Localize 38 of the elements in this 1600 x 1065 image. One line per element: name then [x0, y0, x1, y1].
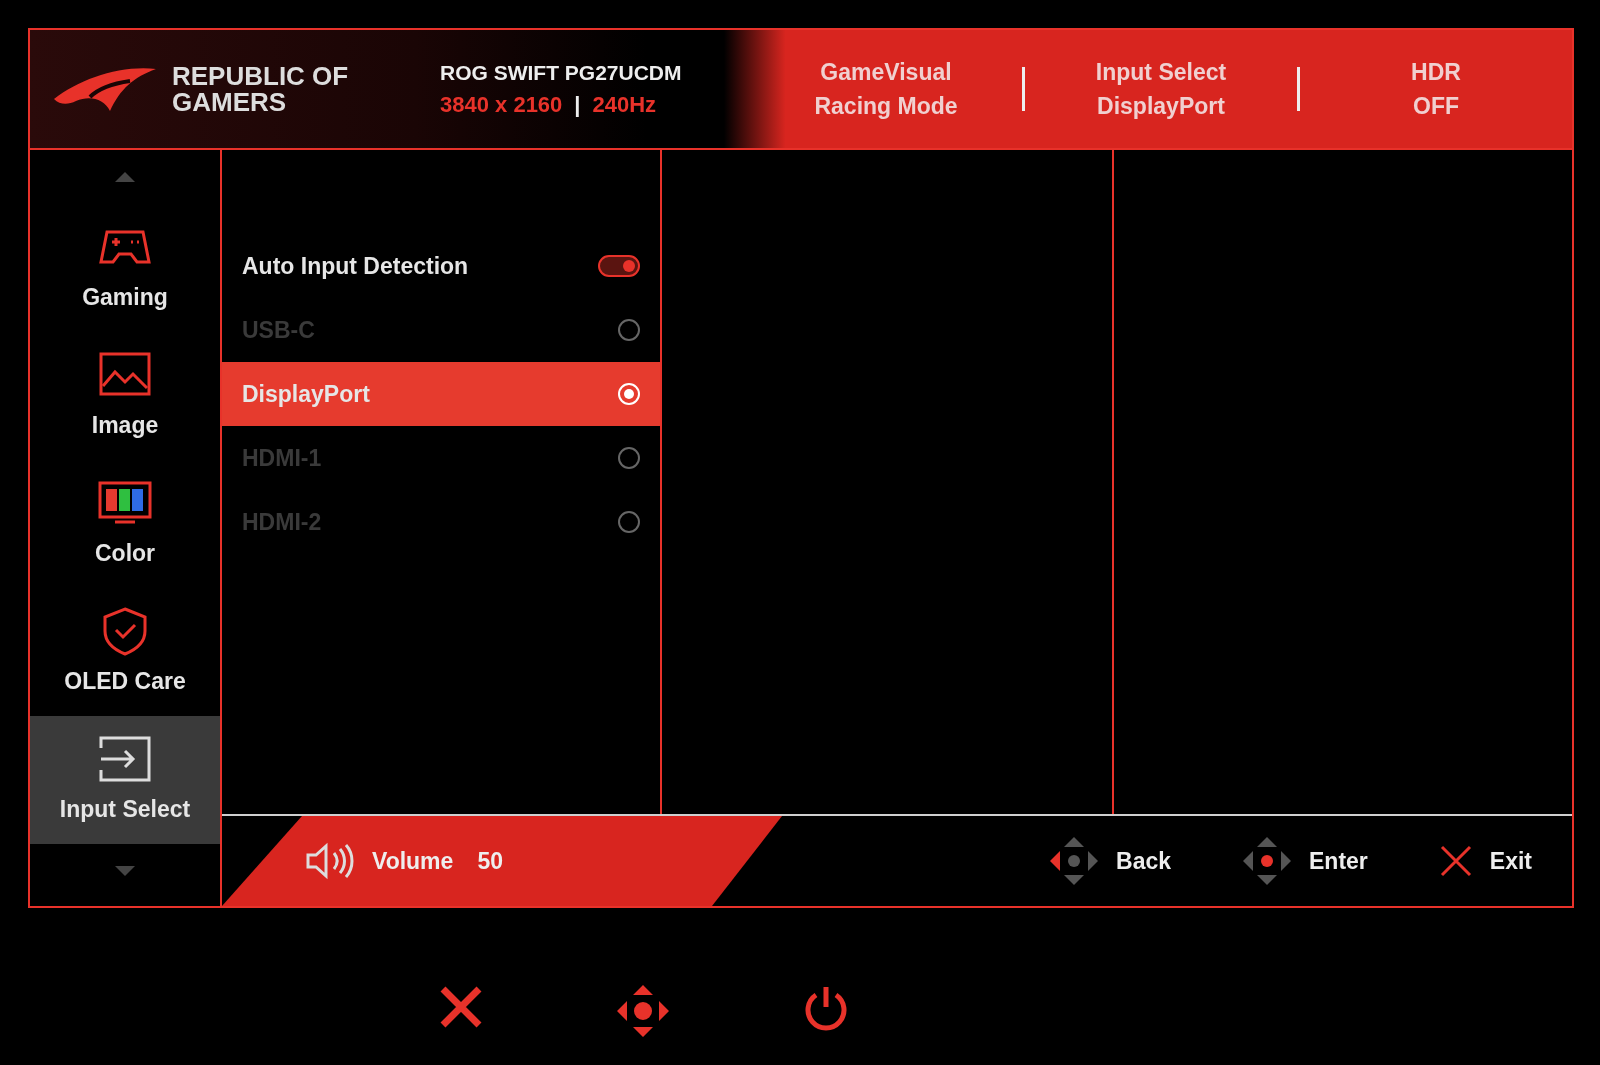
menu-item[interactable]: Color	[30, 460, 220, 588]
option-label: HDMI-1	[242, 443, 322, 473]
model-name: ROG SWIFT PG27UCDM	[440, 59, 683, 86]
menu-label: Color	[94, 538, 156, 568]
separator-text: |	[574, 91, 581, 120]
option-label: USB-C	[242, 315, 315, 345]
status-label: GameVisual	[820, 57, 952, 87]
option-label: DisplayPort	[242, 379, 370, 409]
volume-label: Volume	[372, 846, 454, 876]
status-label: HDR	[1411, 57, 1461, 87]
dpad-icon[interactable]	[615, 983, 671, 1039]
volume-value: 50	[477, 846, 503, 876]
menu-item[interactable]: Input Select	[30, 716, 220, 844]
speaker-icon	[304, 841, 356, 881]
toggle-switch[interactable]	[598, 255, 640, 277]
refresh-rate-text: 240Hz	[592, 91, 657, 120]
status-value: Racing Mode	[814, 92, 958, 121]
hint-label: Back	[1116, 846, 1171, 876]
resolution-text: 3840 x 2160	[440, 91, 563, 120]
option-row[interactable]: Auto Input Detection	[222, 234, 660, 298]
dpad-center-icon	[1241, 835, 1293, 887]
dpad-left-icon	[1048, 835, 1101, 887]
status-value: DisplayPort	[1097, 92, 1225, 121]
hint-label: Enter	[1309, 846, 1368, 876]
option-label: HDMI-2	[242, 507, 322, 537]
brand-text: REPUBLIC OF	[172, 63, 349, 89]
menu-item[interactable]: Gaming	[30, 204, 220, 332]
menu-label: Input Select	[59, 794, 191, 824]
brand-text: GAMERS	[172, 89, 288, 115]
menu-label: OLED Care	[64, 666, 186, 696]
menu-item[interactable]: Image	[30, 332, 220, 460]
option-label: Auto Input Detection	[242, 251, 469, 281]
hint-label: Exit	[1489, 846, 1532, 876]
menu-item[interactable]: OLED Care	[30, 588, 220, 716]
status-value: OFF	[1413, 92, 1459, 121]
status-label: Input Select	[1095, 57, 1227, 87]
menu-label: Gaming	[82, 282, 168, 312]
menu-label: Image	[91, 410, 159, 440]
